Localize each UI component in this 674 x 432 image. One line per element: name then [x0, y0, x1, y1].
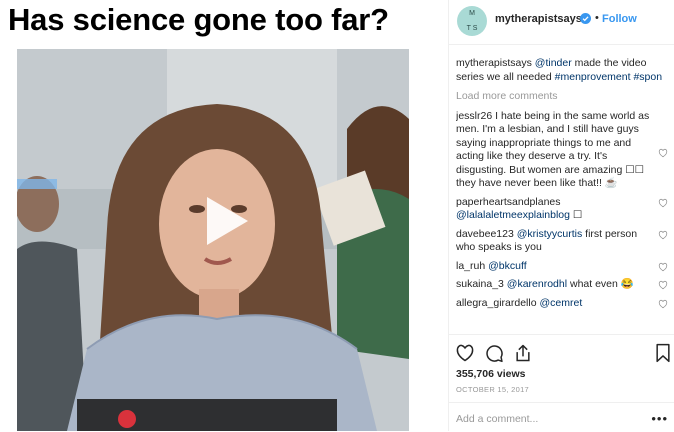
- post-header: M T S mytherapistsays • Follow: [449, 0, 674, 45]
- comment-row: sukaina_3 @karenrodhl what even 😂: [456, 278, 670, 292]
- caption-hashtag-1[interactable]: #menprovement: [555, 71, 631, 83]
- comment-row: davebee123 @kristyycurtis first person w…: [456, 228, 670, 255]
- comment-username[interactable]: allegra_girardello: [456, 297, 537, 309]
- comment-mention[interactable]: @lalalaletmeexplainblog: [456, 209, 570, 221]
- comments-list[interactable]: mytherapistsays @tinder made the video s…: [456, 57, 670, 333]
- video-player[interactable]: [17, 49, 409, 431]
- comment-icon[interactable]: [484, 343, 504, 363]
- comment-heart-icon[interactable]: [658, 280, 668, 290]
- share-icon[interactable]: [513, 343, 533, 363]
- add-comment-input[interactable]: Add a comment...: [456, 413, 538, 425]
- comment-mention[interactable]: @kristyycurtis: [517, 228, 583, 240]
- follow-button[interactable]: Follow: [602, 13, 637, 25]
- comment-username[interactable]: paperheartsandplanes: [456, 196, 561, 208]
- load-more-comments[interactable]: Load more comments: [456, 90, 670, 104]
- comment-text: what even 😂: [567, 278, 634, 290]
- avatar[interactable]: M T S: [457, 6, 487, 36]
- comment-text: ☐: [569, 209, 583, 221]
- comment-heart-icon[interactable]: [658, 198, 668, 208]
- action-bar: [449, 334, 674, 365]
- post-date: OCTOBER 15, 2017: [456, 385, 530, 394]
- bookmark-icon[interactable]: [653, 343, 673, 363]
- headline: Has science gone too far?: [8, 2, 389, 37]
- play-button[interactable]: [192, 186, 262, 256]
- play-icon: [207, 197, 248, 245]
- comment-username[interactable]: sukaina_3: [456, 278, 504, 290]
- more-options-icon[interactable]: •••: [651, 411, 668, 426]
- separator-dot: •: [595, 12, 599, 24]
- avatar-text-top: M: [469, 9, 475, 17]
- comment-mention[interactable]: @bkcuff: [488, 260, 526, 272]
- comment-heart-icon[interactable]: [658, 262, 668, 272]
- comment-username[interactable]: la_ruh: [456, 260, 485, 272]
- views-count[interactable]: 355,706 views: [456, 368, 525, 380]
- comment-heart-icon[interactable]: [658, 148, 668, 158]
- comment-heart-icon[interactable]: [658, 299, 668, 309]
- heart-icon[interactable]: [455, 343, 475, 363]
- caption-username[interactable]: mytherapistsays: [456, 57, 532, 69]
- caption-hashtag-2[interactable]: #spon: [633, 71, 662, 83]
- divider: [448, 0, 449, 431]
- comment-username[interactable]: jesslr26: [456, 110, 492, 122]
- comment-row: jesslr26 I hate being in the same world …: [456, 110, 670, 191]
- add-comment-bar: Add a comment... •••: [449, 402, 674, 432]
- comment-row: paperheartsandplanes @lalalaletmeexplain…: [456, 196, 670, 223]
- caption: mytherapistsays @tinder made the video s…: [456, 57, 670, 84]
- comment-heart-icon[interactable]: [658, 230, 668, 240]
- comment-mention[interactable]: @cemret: [539, 297, 582, 309]
- comment-mention[interactable]: @karenrodhl: [507, 278, 567, 290]
- comment-username[interactable]: davebee123: [456, 228, 514, 240]
- comment-row: allegra_girardello @cemret: [456, 297, 670, 311]
- avatar-text-bottom: T S: [466, 24, 478, 32]
- verified-badge-icon: [580, 13, 591, 24]
- comment-row: la_ruh @bkcuff: [456, 260, 670, 274]
- header-username[interactable]: mytherapistsays: [495, 13, 582, 25]
- caption-mention[interactable]: @tinder: [535, 57, 572, 69]
